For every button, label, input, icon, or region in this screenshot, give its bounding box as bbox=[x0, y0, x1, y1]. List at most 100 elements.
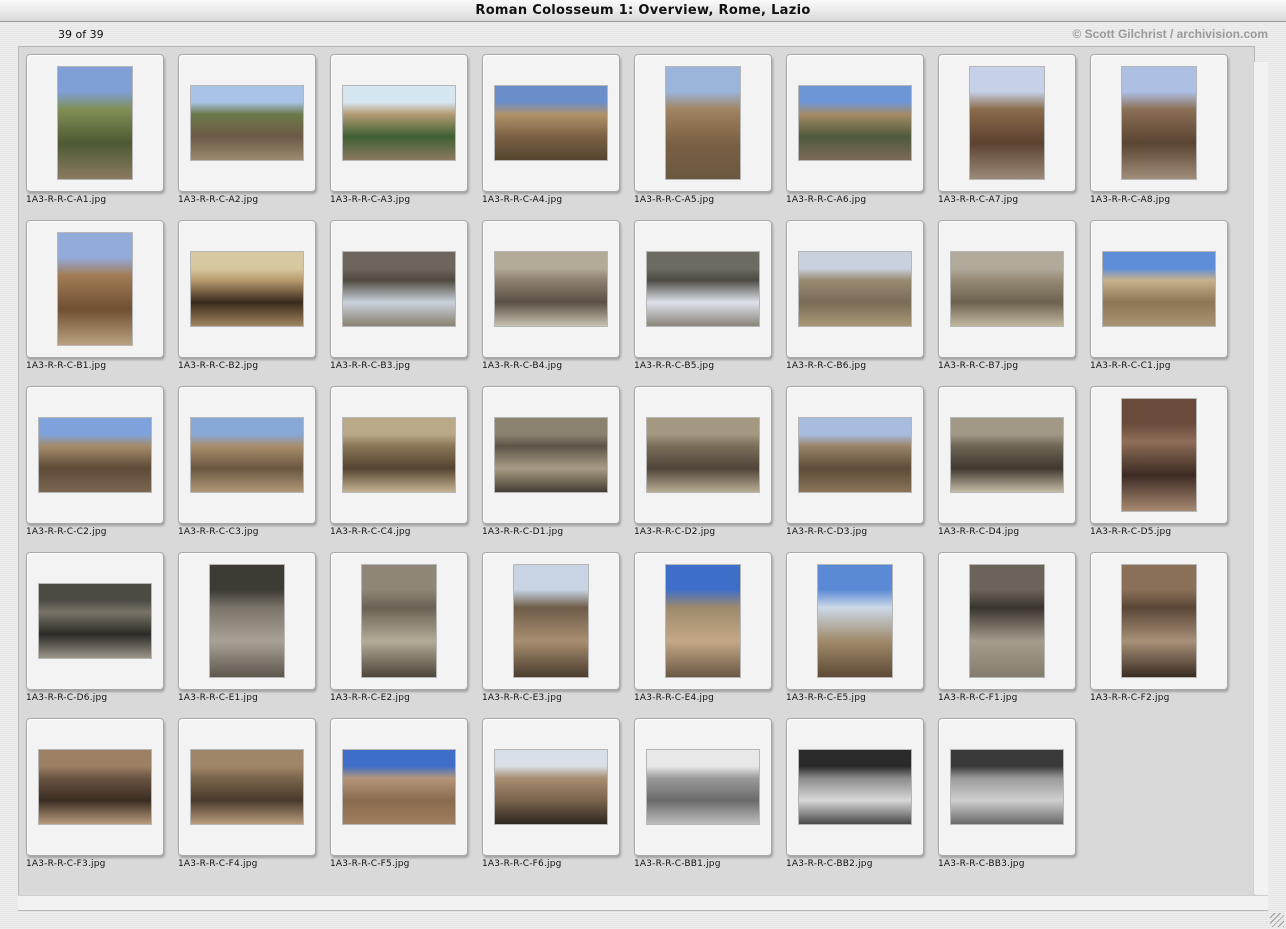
thumbnail-item[interactable]: 1A3-R-R-C-A3.jpg bbox=[330, 54, 470, 216]
horizontal-scrollbar[interactable] bbox=[18, 895, 1268, 911]
thumbnail-item[interactable]: 1A3-R-R-C-D4.jpg bbox=[938, 386, 1078, 548]
slide-mount[interactable] bbox=[786, 386, 924, 524]
thumbnail-item[interactable]: 1A3-R-R-C-C2.jpg bbox=[26, 386, 166, 548]
slide-mount[interactable] bbox=[178, 54, 316, 192]
thumbnail-image[interactable] bbox=[362, 565, 436, 677]
thumbnail-item[interactable]: 1A3-R-R-C-C4.jpg bbox=[330, 386, 470, 548]
thumbnail-item[interactable]: 1A3-R-R-C-D3.jpg bbox=[786, 386, 926, 548]
slide-mount[interactable] bbox=[330, 54, 468, 192]
thumbnail-image[interactable] bbox=[58, 67, 132, 179]
thumbnail-image[interactable] bbox=[1103, 252, 1215, 326]
slide-mount[interactable] bbox=[178, 220, 316, 358]
slide-mount[interactable] bbox=[1090, 220, 1228, 358]
thumbnail-item[interactable]: 1A3-R-R-C-E4.jpg bbox=[634, 552, 774, 714]
thumbnail-item[interactable]: 1A3-R-R-C-B2.jpg bbox=[178, 220, 318, 382]
thumbnail-item[interactable]: 1A3-R-R-C-D6.jpg bbox=[26, 552, 166, 714]
thumbnail-image[interactable] bbox=[191, 252, 303, 326]
thumbnail-item[interactable]: 1A3-R-R-C-E3.jpg bbox=[482, 552, 622, 714]
thumbnail-image[interactable] bbox=[970, 67, 1044, 179]
thumbnail-item[interactable]: 1A3-R-R-C-A2.jpg bbox=[178, 54, 318, 216]
thumbnail-item[interactable]: 1A3-R-R-C-D1.jpg bbox=[482, 386, 622, 548]
thumbnail-item[interactable]: 1A3-R-R-C-D2.jpg bbox=[634, 386, 774, 548]
thumbnail-image[interactable] bbox=[818, 565, 892, 677]
slide-mount[interactable] bbox=[634, 220, 772, 358]
slide-mount[interactable] bbox=[178, 718, 316, 856]
thumbnail-image[interactable] bbox=[951, 750, 1063, 824]
slide-mount[interactable] bbox=[1090, 552, 1228, 690]
thumbnail-item[interactable]: 1A3-R-R-C-E5.jpg bbox=[786, 552, 926, 714]
thumbnail-image[interactable] bbox=[799, 750, 911, 824]
thumbnail-image[interactable] bbox=[647, 750, 759, 824]
thumbnail-image[interactable] bbox=[799, 418, 911, 492]
slide-mount[interactable] bbox=[938, 718, 1076, 856]
thumbnail-item[interactable]: 1A3-R-R-C-F2.jpg bbox=[1090, 552, 1230, 714]
slide-mount[interactable] bbox=[330, 718, 468, 856]
slide-mount[interactable] bbox=[330, 220, 468, 358]
thumbnail-image[interactable] bbox=[39, 584, 151, 658]
thumbnail-image[interactable] bbox=[647, 418, 759, 492]
thumbnail-image[interactable] bbox=[666, 565, 740, 677]
thumbnail-image[interactable] bbox=[343, 750, 455, 824]
thumbnail-item[interactable]: 1A3-R-R-C-B5.jpg bbox=[634, 220, 774, 382]
thumbnail-image[interactable] bbox=[39, 418, 151, 492]
thumbnail-image[interactable] bbox=[58, 233, 132, 345]
thumbnail-image[interactable] bbox=[514, 565, 588, 677]
thumbnail-image[interactable] bbox=[495, 750, 607, 824]
thumbnail-item[interactable]: 1A3-R-R-C-A1.jpg bbox=[26, 54, 166, 216]
thumbnail-image[interactable] bbox=[191, 750, 303, 824]
slide-mount[interactable] bbox=[330, 386, 468, 524]
thumbnail-item[interactable]: 1A3-R-R-C-B4.jpg bbox=[482, 220, 622, 382]
thumbnail-item[interactable]: 1A3-R-R-C-B7.jpg bbox=[938, 220, 1078, 382]
thumbnail-item[interactable]: 1A3-R-R-C-B3.jpg bbox=[330, 220, 470, 382]
slide-mount[interactable] bbox=[634, 552, 772, 690]
slide-mount[interactable] bbox=[786, 54, 924, 192]
thumbnail-item[interactable]: 1A3-R-R-C-F3.jpg bbox=[26, 718, 166, 880]
thumbnail-item[interactable]: 1A3-R-R-C-C1.jpg bbox=[1090, 220, 1230, 382]
vertical-scrollbar[interactable] bbox=[1253, 62, 1268, 894]
thumbnail-image[interactable] bbox=[1122, 399, 1196, 511]
thumbnail-image[interactable] bbox=[970, 565, 1044, 677]
thumbnail-image[interactable] bbox=[343, 418, 455, 492]
slide-mount[interactable] bbox=[178, 552, 316, 690]
thumbnail-item[interactable]: 1A3-R-R-C-F1.jpg bbox=[938, 552, 1078, 714]
slide-mount[interactable] bbox=[482, 386, 620, 524]
thumbnail-image[interactable] bbox=[191, 86, 303, 160]
thumbnail-item[interactable]: 1A3-R-R-C-A5.jpg bbox=[634, 54, 774, 216]
thumbnail-image[interactable] bbox=[666, 67, 740, 179]
thumbnail-item[interactable]: 1A3-R-R-C-E2.jpg bbox=[330, 552, 470, 714]
thumbnail-image[interactable] bbox=[1122, 67, 1196, 179]
slide-mount[interactable] bbox=[634, 386, 772, 524]
thumbnail-image[interactable] bbox=[647, 252, 759, 326]
slide-mount[interactable] bbox=[178, 386, 316, 524]
resize-grip-icon[interactable] bbox=[1270, 913, 1284, 927]
slide-mount[interactable] bbox=[786, 718, 924, 856]
slide-mount[interactable] bbox=[1090, 54, 1228, 192]
slide-mount[interactable] bbox=[482, 552, 620, 690]
slide-mount[interactable] bbox=[26, 386, 164, 524]
slide-mount[interactable] bbox=[634, 54, 772, 192]
thumbnail-item[interactable]: 1A3-R-R-C-A6.jpg bbox=[786, 54, 926, 216]
slide-mount[interactable] bbox=[330, 552, 468, 690]
thumbnail-item[interactable]: 1A3-R-R-C-A7.jpg bbox=[938, 54, 1078, 216]
thumbnail-image[interactable] bbox=[951, 252, 1063, 326]
thumbnail-image[interactable] bbox=[495, 86, 607, 160]
thumbnail-item[interactable]: 1A3-R-R-C-F4.jpg bbox=[178, 718, 318, 880]
slide-mount[interactable] bbox=[26, 54, 164, 192]
slide-mount[interactable] bbox=[786, 220, 924, 358]
thumbnail-item[interactable]: 1A3-R-R-C-BB1.jpg bbox=[634, 718, 774, 880]
thumbnail-item[interactable]: 1A3-R-R-C-A8.jpg bbox=[1090, 54, 1230, 216]
slide-mount[interactable] bbox=[482, 718, 620, 856]
slide-mount[interactable] bbox=[26, 552, 164, 690]
slide-mount[interactable] bbox=[786, 552, 924, 690]
thumbnail-image[interactable] bbox=[39, 750, 151, 824]
thumbnail-item[interactable]: 1A3-R-R-C-B6.jpg bbox=[786, 220, 926, 382]
thumbnail-image[interactable] bbox=[343, 252, 455, 326]
slide-mount[interactable] bbox=[1090, 386, 1228, 524]
thumbnail-image[interactable] bbox=[799, 86, 911, 160]
thumbnail-item[interactable]: 1A3-R-R-C-A4.jpg bbox=[482, 54, 622, 216]
thumbnail-image[interactable] bbox=[191, 418, 303, 492]
slide-mount[interactable] bbox=[26, 220, 164, 358]
slide-mount[interactable] bbox=[938, 54, 1076, 192]
slide-mount[interactable] bbox=[938, 220, 1076, 358]
thumbnail-item[interactable]: 1A3-R-R-C-F6.jpg bbox=[482, 718, 622, 880]
